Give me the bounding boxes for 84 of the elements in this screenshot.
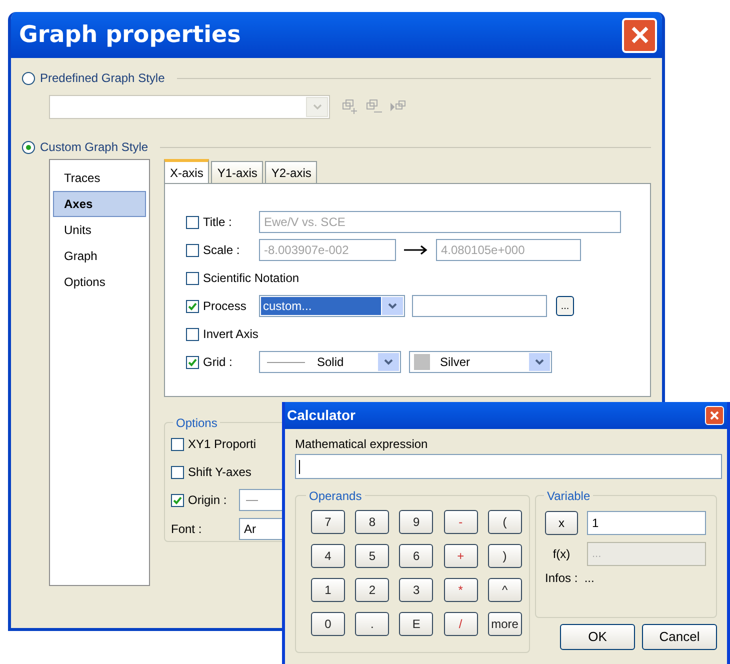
close-button[interactable] xyxy=(705,406,724,425)
category-item[interactable]: Graph xyxy=(53,243,146,269)
dialog-button[interactable]: OK xyxy=(560,624,635,650)
key-button[interactable]: 0 xyxy=(311,612,345,636)
font-dropdown[interactable]: Ar xyxy=(239,518,282,540)
category-item[interactable]: Options xyxy=(53,269,146,295)
key-button[interactable]: ( xyxy=(488,510,522,534)
chevron-down-icon xyxy=(388,303,397,309)
field-label: Font : xyxy=(171,520,203,538)
axis-tab[interactable]: X-axis xyxy=(164,159,210,183)
close-icon xyxy=(710,411,719,420)
field-label: Shift Y-axes xyxy=(188,464,252,481)
infos-text: Infos : ... xyxy=(545,570,596,587)
variable-field[interactable]: 1 xyxy=(587,511,706,535)
variable-button[interactable]: x xyxy=(545,511,578,535)
window-title: Graph properties xyxy=(19,20,241,50)
category-item[interactable]: Axes xyxy=(53,191,146,217)
field-label: Process xyxy=(203,298,248,315)
dialog-button[interactable]: Cancel xyxy=(642,624,717,650)
field-label: Title : xyxy=(203,214,233,231)
dropdown-button[interactable] xyxy=(528,353,550,371)
field-label: Origin : xyxy=(188,492,228,509)
field-label: Scientific Notation xyxy=(203,270,300,287)
checkbox[interactable] xyxy=(186,272,199,284)
dropdown-button[interactable] xyxy=(381,297,403,315)
expression-field[interactable] xyxy=(295,454,722,479)
color-swatch xyxy=(414,354,430,370)
line-color-dropdown[interactable]: Silver xyxy=(409,351,552,373)
chevron-down-icon xyxy=(384,359,393,365)
key-button[interactable]: 4 xyxy=(311,544,345,568)
checkbox[interactable] xyxy=(171,466,184,478)
process-field[interactable] xyxy=(412,295,547,317)
key-button[interactable]: + xyxy=(444,544,478,568)
checkbox[interactable] xyxy=(186,300,199,312)
field-label: Grid : xyxy=(203,354,234,371)
origin-line-dropdown[interactable] xyxy=(239,489,282,511)
window-title: Calculator xyxy=(287,406,356,425)
close-button[interactable] xyxy=(622,18,657,52)
field-label: Mathematical expression xyxy=(295,436,429,450)
checkbox[interactable] xyxy=(171,438,184,450)
field-label: f(x) xyxy=(552,546,572,563)
checkbox[interactable] xyxy=(186,356,199,368)
close-icon xyxy=(630,26,648,44)
key-button[interactable]: * xyxy=(444,578,478,602)
text-cursor xyxy=(299,460,300,474)
dropdown-button[interactable] xyxy=(377,353,399,371)
checkbox[interactable] xyxy=(186,328,199,340)
radio-label: Custom Graph Style xyxy=(40,139,148,156)
field-label: Scale : xyxy=(203,242,241,259)
key-button[interactable]: 7 xyxy=(311,510,345,534)
browse-button[interactable]: ... xyxy=(556,296,574,316)
line-style-dropdown[interactable]: Solid xyxy=(259,351,401,373)
key-button[interactable]: E xyxy=(399,612,434,636)
axis-tab[interactable]: Y1-axis xyxy=(211,161,264,183)
key-button[interactable]: 5 xyxy=(355,544,390,568)
key-button[interactable]: 3 xyxy=(399,578,434,602)
process-dropdown[interactable]: custom... xyxy=(259,295,405,317)
key-button[interactable]: . xyxy=(355,612,390,636)
key-button[interactable]: ) xyxy=(488,544,522,568)
key-button[interactable]: 9 xyxy=(399,510,434,534)
radio-button[interactable] xyxy=(22,72,35,84)
key-button[interactable]: 2 xyxy=(355,578,390,602)
key-button[interactable]: 1 xyxy=(311,578,345,602)
key-button[interactable]: more xyxy=(488,612,522,636)
chevron-down-icon xyxy=(535,359,544,365)
key-button[interactable]: - xyxy=(444,510,478,534)
key-button[interactable]: 6 xyxy=(399,544,434,568)
radio-label: Predefined Graph Style xyxy=(40,70,165,87)
checkbox[interactable] xyxy=(171,494,184,506)
category-item[interactable]: Traces xyxy=(53,165,146,191)
key-button[interactable]: / xyxy=(444,612,478,636)
arrow-right-icon xyxy=(404,245,428,255)
field-label: Invert Axis xyxy=(203,326,258,343)
axis-tab[interactable]: Y2-axis xyxy=(265,161,318,183)
checkbox[interactable] xyxy=(186,216,199,228)
checkbox[interactable] xyxy=(186,244,199,256)
result-field: ... xyxy=(587,542,706,566)
key-button[interactable]: 8 xyxy=(355,510,390,534)
radio-button[interactable] xyxy=(22,140,35,154)
category-item[interactable]: Units xyxy=(53,217,146,243)
field-label: XY1 Proporti xyxy=(188,436,256,453)
chevron-down-icon xyxy=(312,104,322,110)
key-button[interactable]: ^ xyxy=(488,578,522,602)
dropdown-value: custom... xyxy=(261,297,381,315)
